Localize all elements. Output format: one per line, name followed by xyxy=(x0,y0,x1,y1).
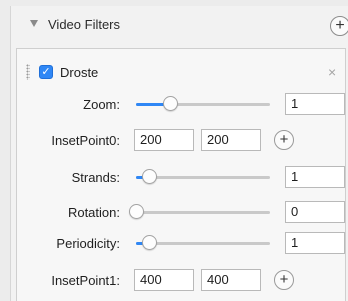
rotation-slider-knob[interactable] xyxy=(129,204,144,219)
rotation-label: Rotation: xyxy=(67,205,120,220)
rotation-slider[interactable] xyxy=(136,211,270,214)
periodicity-value-field[interactable]: 1 xyxy=(285,232,345,254)
close-icon[interactable]: × xyxy=(328,64,336,80)
video-filters-header: Video Filters + xyxy=(10,6,348,46)
insetpoint1-label: InsetPoint1: xyxy=(51,273,120,288)
rotation-value-field[interactable]: 0 xyxy=(285,201,345,223)
zoom-value-field[interactable]: 1 xyxy=(285,93,345,115)
insetpoint1-y-field[interactable]: 400 xyxy=(201,269,261,291)
disclosure-triangle-icon[interactable] xyxy=(30,20,38,27)
insetpoint0-y-field[interactable]: 200 xyxy=(201,129,261,151)
insetpoint0-add-button[interactable]: + xyxy=(274,130,294,150)
add-filter-button[interactable]: + xyxy=(330,16,348,36)
zoom-slider-knob[interactable] xyxy=(162,96,178,111)
strands-value-field[interactable]: 1 xyxy=(285,166,345,188)
filter-name: Droste xyxy=(60,65,99,80)
zoom-label: Zoom: xyxy=(83,97,120,112)
strands-label: Strands: xyxy=(71,170,120,185)
periodicity-label: Periodicity: xyxy=(56,236,120,251)
drag-handle-icon[interactable] xyxy=(26,64,30,80)
section-title: Video Filters xyxy=(48,17,121,32)
insetpoint0-x-field[interactable]: 200 xyxy=(134,129,194,151)
insetpoint1-x-field[interactable]: 400 xyxy=(134,269,194,291)
filter-enabled-checkbox[interactable]: ✓ xyxy=(39,65,53,79)
insetpoint0-label: InsetPoint0: xyxy=(51,133,120,148)
insetpoint1-add-button[interactable]: + xyxy=(274,270,294,290)
zoom-slider[interactable] xyxy=(136,103,270,106)
